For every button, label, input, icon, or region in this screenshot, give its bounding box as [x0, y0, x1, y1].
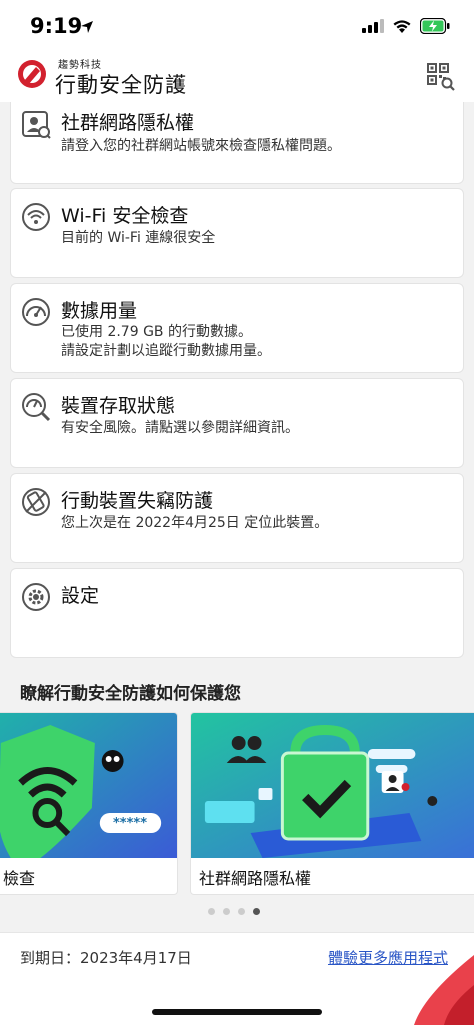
home-indicator [152, 1009, 322, 1015]
footer-decoration [414, 955, 474, 1025]
battery-charging-icon [420, 18, 450, 34]
wifi-status-icon [393, 19, 411, 33]
carousel-indicator [208, 908, 260, 915]
card-desc: 請登入您的社群網站帳號來檢查隱私權問題。 [61, 138, 341, 154]
card-desc: 有安全風險。請點選以參閱詳細資訊。 [61, 420, 299, 436]
app-title: 行動安全防護 [55, 73, 187, 97]
promo-label: 社群網路隱私權 [199, 869, 312, 888]
card-social-privacy[interactable]: 社群網路隱私權 請登入您的社群網站帳號來檢查隱私權問題。 [10, 102, 464, 184]
lock-privacy-illustration [191, 713, 474, 858]
status-bar: 9:19 [0, 0, 474, 52]
card-desc: 目前的 Wi-Fi 連線很安全 [61, 230, 216, 246]
card-title: 社群網路隱私權 [61, 112, 195, 134]
settings-gear-icon [22, 583, 50, 611]
app-header: 趨勢科技 行動安全防護 [0, 52, 474, 102]
lost-device-icon [22, 488, 50, 516]
carousel-dot[interactable] [208, 908, 215, 915]
cellular-signal-icon [362, 19, 384, 33]
carousel-dot[interactable] [238, 908, 245, 915]
card-settings[interactable]: 設定 [10, 568, 464, 658]
wifi-shield-illustration [0, 713, 177, 858]
card-title: 設定 [61, 585, 100, 607]
carousel-dot-active[interactable] [253, 908, 260, 915]
card-data-usage[interactable]: 數據用量 已使用 2.79 GB 的行動數據。 請設定計劃以追蹤行動數據用量。 [10, 283, 464, 373]
card-title: 數據用量 [61, 300, 138, 322]
promo-card-check[interactable]: ***** 檢查 [0, 712, 178, 895]
expiry-date: 到期日：2023年4月17日 [20, 949, 192, 967]
feature-list[interactable]: 社群網路隱私權 請登入您的社群網站帳號來檢查隱私權問題。 Wi-Fi 安全檢查 … [0, 102, 474, 932]
card-wifi-check[interactable]: Wi-Fi 安全檢查 目前的 Wi-Fi 連線很安全 [10, 188, 464, 278]
wifi-check-icon [22, 203, 50, 231]
card-desc: 您上次是在 2022年4月25日 定位此裝置。 [61, 515, 329, 531]
promo-card-social-privacy[interactable]: 社群網路隱私權 [190, 712, 474, 895]
data-usage-icon [22, 298, 50, 326]
card-title: 行動裝置失竊防護 [61, 490, 214, 512]
card-title: 裝置存取狀態 [61, 395, 176, 417]
trend-micro-logo [18, 60, 46, 88]
status-icons [362, 18, 450, 34]
location-arrow-icon [81, 21, 93, 33]
password-badge: ***** [113, 816, 147, 831]
card-lost-device[interactable]: 行動裝置失竊防護 您上次是在 2022年4月25日 定位此裝置。 [10, 473, 464, 563]
card-title: Wi-Fi 安全檢查 [61, 205, 189, 227]
device-access-icon [22, 393, 51, 422]
social-privacy-icon [22, 111, 51, 139]
qr-scan-icon[interactable] [426, 62, 456, 92]
carousel-dot[interactable] [223, 908, 230, 915]
status-time: 9:19 [30, 14, 83, 38]
card-device-access[interactable]: 裝置存取狀態 有安全風險。請點選以參閱詳細資訊。 [10, 378, 464, 468]
card-desc: 已使用 2.79 GB 的行動數據。 [61, 324, 252, 340]
promo-label: 檢查 [3, 869, 36, 888]
footer: 到期日：2023年4月17日 體驗更多應用程式 [0, 932, 474, 1025]
section-title: 瞭解行動安全防護如何保護您 [20, 684, 241, 704]
card-desc: 請設定計劃以追蹤行動數據用量。 [61, 343, 271, 359]
